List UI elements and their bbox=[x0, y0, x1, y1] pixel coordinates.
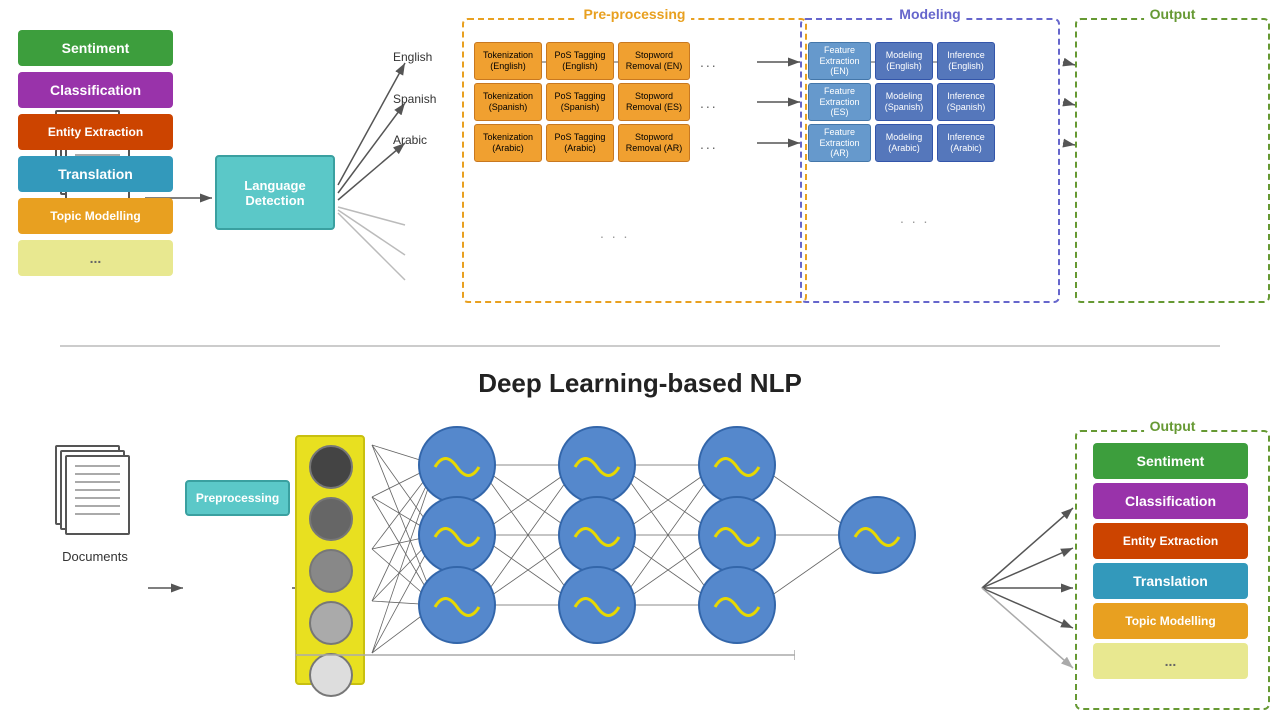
more-label-bottom: ... bbox=[1165, 653, 1177, 669]
tokenization-ar: Tokenization(Arabic) bbox=[474, 124, 542, 162]
output-entity-extraction-top: Entity Extraction bbox=[18, 114, 173, 150]
tokenization-es: Tokenization(Spanish) bbox=[474, 83, 542, 121]
sentiment-label-top: Sentiment bbox=[62, 40, 130, 56]
more-label-top: ... bbox=[90, 250, 102, 266]
output-topic-modelling-bottom: Topic Modelling bbox=[1093, 603, 1248, 639]
modeling-en: Modeling(English) bbox=[875, 42, 933, 80]
input-bracket bbox=[295, 645, 795, 695]
deep-learning-title: Deep Learning-based NLP bbox=[0, 368, 1280, 399]
feature-extraction-en: FeatureExtraction (EN) bbox=[808, 42, 871, 80]
translation-label-top: Translation bbox=[58, 166, 133, 182]
dots-preproc-es: ... bbox=[700, 95, 718, 111]
output-sentiment-bottom: Sentiment bbox=[1093, 443, 1248, 479]
topic-modelling-label-bottom: Topic Modelling bbox=[1125, 614, 1215, 628]
language-detection-box: LanguageDetection bbox=[215, 155, 335, 230]
topic-modelling-label-top: Topic Modelling bbox=[50, 209, 140, 223]
stopword-ar: StopwordRemoval (AR) bbox=[618, 124, 690, 162]
row-label-arabic: Arabic bbox=[393, 133, 427, 147]
stopword-es: StopwordRemoval (ES) bbox=[618, 83, 690, 121]
output-label-bottom: Output bbox=[1144, 418, 1202, 434]
bottom-diagram: Documents Preprocessing bbox=[0, 415, 1280, 720]
inference-en: Inference(English) bbox=[937, 42, 995, 80]
preprocessing-label: Pre-processing bbox=[578, 6, 692, 22]
feature-extraction-ar: FeatureExtraction (AR) bbox=[808, 124, 871, 162]
output-classification-top: Classification bbox=[18, 72, 173, 108]
output-entity-extraction-bottom: Entity Extraction bbox=[1093, 523, 1248, 559]
dots-preproc-en: ... bbox=[700, 54, 718, 70]
classification-label-top: Classification bbox=[50, 82, 141, 98]
section-divider bbox=[60, 345, 1220, 347]
output-section-top: Output bbox=[1075, 18, 1270, 303]
feature-extraction-es: FeatureExtraction (ES) bbox=[808, 83, 871, 121]
output-classification-bottom: Classification bbox=[1093, 483, 1248, 519]
output-translation-bottom: Translation bbox=[1093, 563, 1248, 599]
output-label-top: Output bbox=[1144, 6, 1202, 22]
row-label-english: English bbox=[393, 50, 432, 64]
language-detection-label: LanguageDetection bbox=[244, 178, 305, 208]
translation-label-bottom: Translation bbox=[1133, 573, 1208, 589]
output-topic-modelling-top: Topic Modelling bbox=[18, 198, 173, 234]
entity-extraction-label-bottom: Entity Extraction bbox=[1123, 534, 1218, 548]
inference-ar: Inference(Arabic) bbox=[937, 124, 995, 162]
sentiment-label-bottom: Sentiment bbox=[1137, 453, 1205, 469]
pos-tagging-en: PoS Tagging(English) bbox=[546, 42, 614, 80]
modeling-ar: Modeling(Arabic) bbox=[875, 124, 933, 162]
output-more-bottom: ... bbox=[1093, 643, 1248, 679]
modeling-label: Modeling bbox=[893, 6, 966, 22]
dots-modeling-more: . . . bbox=[900, 210, 929, 226]
tokenization-en: Tokenization(English) bbox=[474, 42, 542, 80]
dots-preproc-ar: ... bbox=[700, 136, 718, 152]
top-diagram: Documents LanguageDetection Pre-processi… bbox=[0, 0, 1280, 340]
output-sentiment-top: Sentiment bbox=[18, 30, 173, 66]
modeling-es: Modeling(Spanish) bbox=[875, 83, 933, 121]
row-label-spanish: Spanish bbox=[393, 92, 436, 106]
inference-es: Inference(Spanish) bbox=[937, 83, 995, 121]
output-more-top: ... bbox=[18, 240, 173, 276]
classification-label-bottom: Classification bbox=[1125, 493, 1216, 509]
entity-extraction-label-top: Entity Extraction bbox=[48, 125, 143, 139]
output-translation-top: Translation bbox=[18, 156, 173, 192]
dots-preproc-more: . . . bbox=[600, 225, 629, 241]
pos-tagging-ar: PoS Tagging(Arabic) bbox=[546, 124, 614, 162]
stopword-en: StopwordRemoval (EN) bbox=[618, 42, 690, 80]
pos-tagging-es: PoS Tagging(Spanish) bbox=[546, 83, 614, 121]
